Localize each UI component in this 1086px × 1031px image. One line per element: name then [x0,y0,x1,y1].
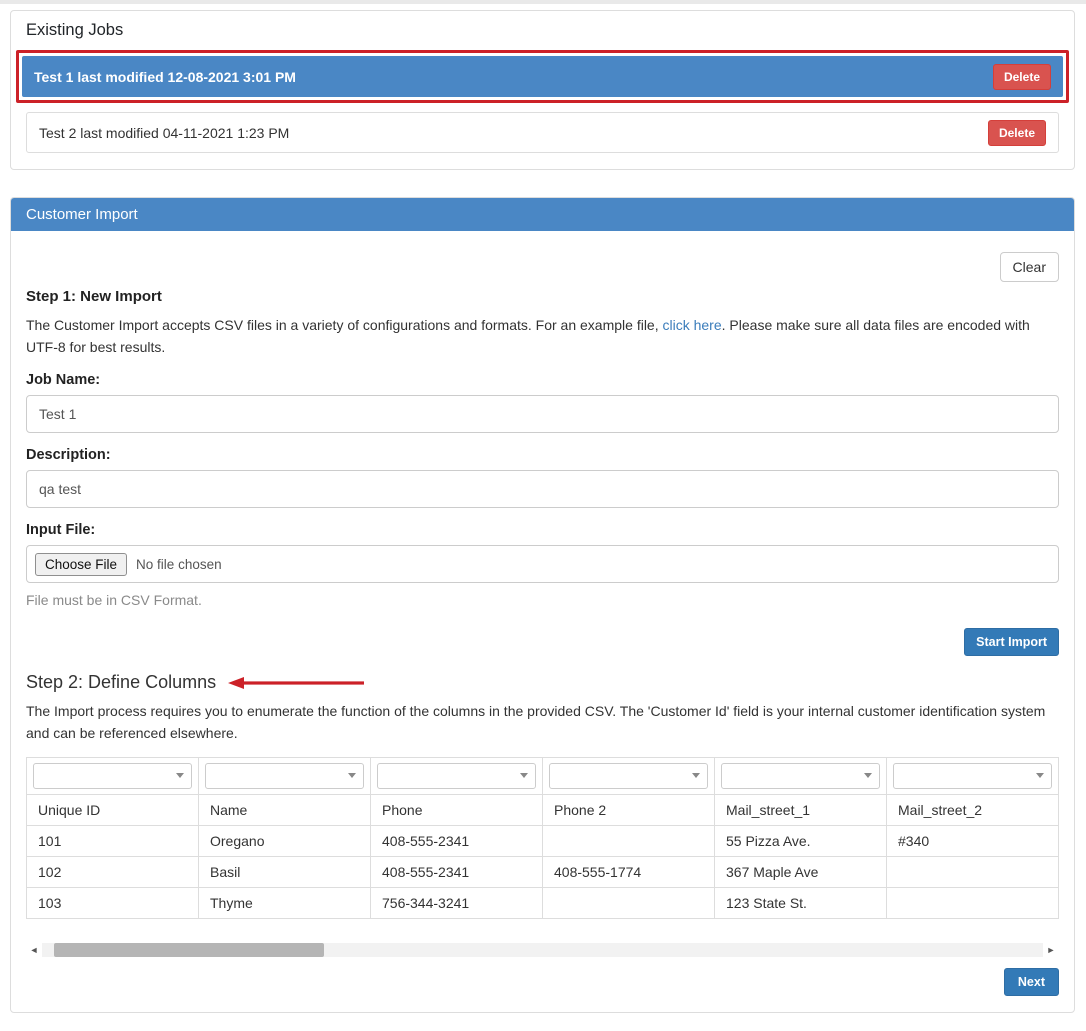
table-cell: Basil [199,856,371,887]
table-row: 102 Basil 408-555-2341 408-555-1774 367 … [27,856,1059,887]
table-cell: 123 State St. [715,887,887,918]
scroll-left-arrow-icon[interactable]: ◄ [26,942,42,958]
job-name-label: Job Name: [26,372,1059,388]
column-select[interactable] [33,763,192,789]
table-cell: Thyme [199,887,371,918]
table-cell: 408-555-1774 [543,856,715,887]
csv-preview-table-wrap: Unique ID Name Phone Phone 2 Mail_street… [26,757,1059,919]
column-select[interactable] [721,763,880,789]
annotation-arrow [228,675,368,691]
chevron-down-icon [864,773,872,778]
jobs-list: Test 1 last modified 12-08-2021 3:01 PM … [11,50,1074,153]
table-cell: 103 [27,887,199,918]
table-cell: 756-344-3241 [371,887,543,918]
customer-import-panel: Customer Import Clear Step 1: New Import… [10,197,1075,1013]
job-name-input[interactable] [26,395,1059,433]
table-cell: Oregano [199,825,371,856]
column-select[interactable] [205,763,364,789]
column-header: Name [199,794,371,825]
step1-description-text: The Customer Import accepts CSV files in… [26,317,663,333]
table-cell [543,887,715,918]
step2-description: The Import process requires you to enume… [26,701,1059,744]
table-cell [887,887,1059,918]
table-cell: 408-555-2341 [371,825,543,856]
chevron-down-icon [176,773,184,778]
clear-button[interactable]: Clear [1000,252,1059,282]
column-select-row [27,757,1059,794]
table-row: 103 Thyme 756-344-3241 123 State St. [27,887,1059,918]
existing-jobs-panel: Existing Jobs Test 1 last modified 12-08… [10,10,1075,170]
job-row-test2[interactable]: Test 2 last modified 04-11-2021 1:23 PM … [26,112,1059,153]
input-file-label: Input File: [26,522,1059,538]
existing-jobs-title: Existing Jobs [11,19,1074,50]
column-select[interactable] [377,763,536,789]
customer-import-body: Clear Step 1: New Import The Customer Im… [11,231,1074,1012]
job-label: Test 2 last modified 04-11-2021 1:23 PM [39,125,289,141]
choose-file-button[interactable]: Choose File [35,553,127,576]
horizontal-scrollbar[interactable]: ◄ ► [26,942,1059,958]
scrollbar-track[interactable] [42,943,1043,957]
customer-import-header: Customer Import [11,198,1074,231]
csv-preview-table: Unique ID Name Phone Phone 2 Mail_street… [26,757,1059,919]
step1-description: The Customer Import accepts CSV files in… [26,315,1059,358]
step2-heading: Step 2: Define Columns [26,672,216,693]
table-cell: 102 [27,856,199,887]
chevron-down-icon [1036,773,1044,778]
description-label: Description: [26,447,1059,463]
column-select[interactable] [549,763,708,789]
delete-job-button[interactable]: Delete [988,120,1046,146]
column-header: Phone [371,794,543,825]
table-cell [543,825,715,856]
table-row: 101 Oregano 408-555-2341 55 Pizza Ave. #… [27,825,1059,856]
table-cell: 55 Pizza Ave. [715,825,887,856]
next-button[interactable]: Next [1004,968,1059,996]
column-select[interactable] [893,763,1052,789]
table-cell: 367 Maple Ave [715,856,887,887]
file-input[interactable]: Choose File No file chosen [26,545,1059,583]
file-chosen-text: No file chosen [136,557,222,572]
table-cell: 101 [27,825,199,856]
file-format-hint: File must be in CSV Format. [26,592,1059,608]
scroll-right-arrow-icon[interactable]: ► [1043,942,1059,958]
column-header: Mail_street_2 [887,794,1059,825]
step1-heading: Step 1: New Import [26,288,1059,305]
page: Existing Jobs Test 1 last modified 12-08… [0,4,1086,1031]
column-header: Mail_street_1 [715,794,887,825]
column-header: Unique ID [27,794,199,825]
annotation-highlight-box: Test 1 last modified 12-08-2021 3:01 PM … [16,50,1069,103]
table-cell: 408-555-2341 [371,856,543,887]
delete-job-button[interactable]: Delete [993,64,1051,90]
table-header-row: Unique ID Name Phone Phone 2 Mail_street… [27,794,1059,825]
job-row-test1[interactable]: Test 1 last modified 12-08-2021 3:01 PM … [22,56,1063,97]
table-cell [887,856,1059,887]
chevron-down-icon [520,773,528,778]
table-cell: #340 [887,825,1059,856]
example-file-link[interactable]: click here [663,317,722,333]
start-import-button[interactable]: Start Import [964,628,1059,656]
chevron-down-icon [692,773,700,778]
job-label: Test 1 last modified 12-08-2021 3:01 PM [34,69,296,85]
scrollbar-thumb[interactable] [54,943,324,957]
description-input[interactable] [26,470,1059,508]
chevron-down-icon [348,773,356,778]
column-header: Phone 2 [543,794,715,825]
